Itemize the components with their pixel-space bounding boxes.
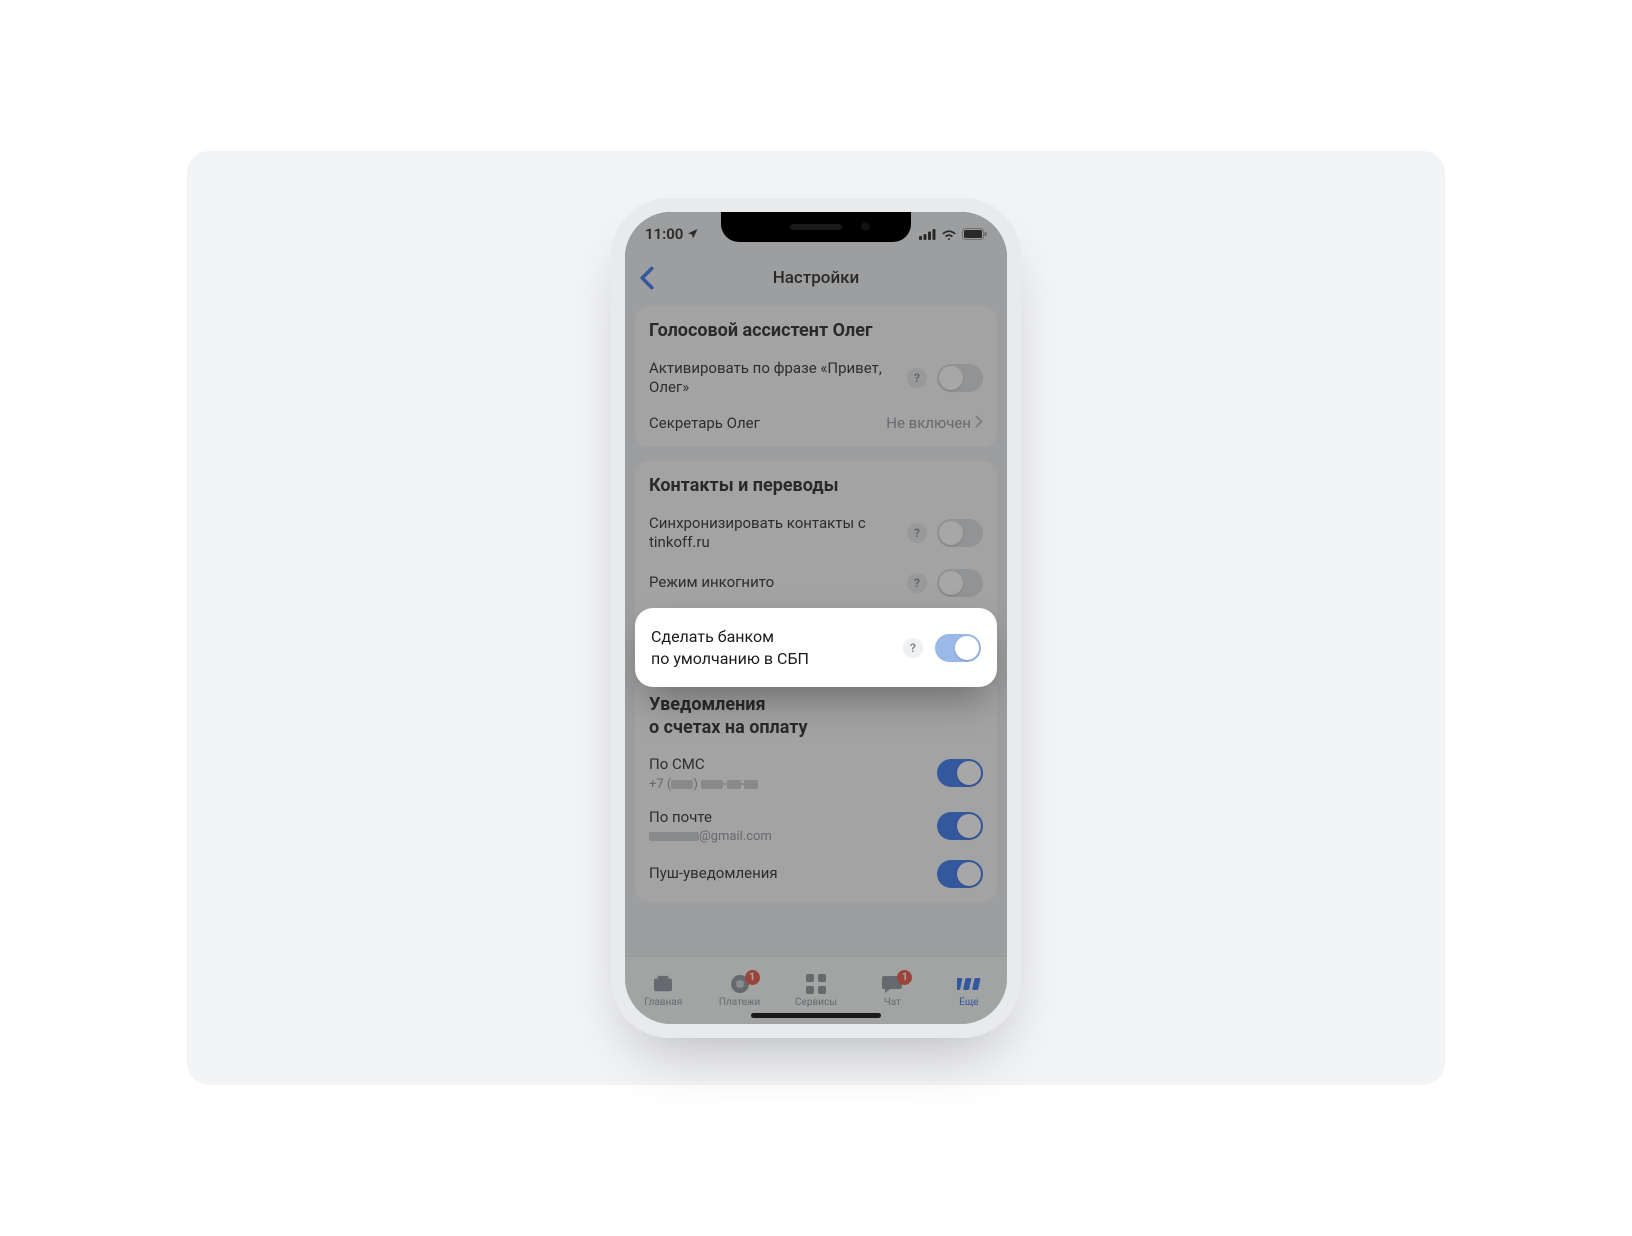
- section-notifications-title: Уведомления о счетах на оплату: [649, 694, 983, 739]
- chevron-right-icon: [975, 414, 983, 432]
- tab-more[interactable]: Еще: [931, 957, 1007, 1024]
- sms-sub: +7 () --: [649, 777, 758, 792]
- toggle-sbp-default[interactable]: [935, 634, 981, 662]
- back-button[interactable]: [633, 264, 661, 292]
- badge-payments: 1: [745, 970, 760, 985]
- signal-icon: [919, 229, 936, 240]
- email-label: По почте: [649, 808, 772, 828]
- location-icon: [687, 228, 699, 240]
- payments-icon: 1: [728, 974, 752, 994]
- tab-chat-label: Чат: [884, 997, 901, 1008]
- tab-home[interactable]: Главная: [625, 957, 701, 1024]
- help-icon[interactable]: ?: [907, 368, 927, 388]
- row-incognito: Режим инкогнито ?: [649, 561, 983, 605]
- section-oleg: Голосовой ассистент Олег Активировать по…: [635, 306, 997, 447]
- secretary-label: Секретарь Олег: [649, 414, 878, 434]
- nav-header: Настройки: [625, 256, 1007, 300]
- tab-payments-label: Платежи: [719, 997, 760, 1008]
- sync-contacts-label: Синхронизировать контакты с tinkoff.ru: [649, 514, 899, 553]
- row-secretary[interactable]: Секретарь Олег Не включен: [649, 406, 983, 442]
- section-notifications: Уведомления о счетах на оплату По СМС +7…: [635, 680, 997, 902]
- toggle-push[interactable]: [937, 860, 983, 888]
- row-activate-phrase: Активировать по фразе «Привет, Олег» ?: [649, 351, 983, 406]
- home-icon: [651, 974, 675, 994]
- toggle-sync-contacts[interactable]: [937, 519, 983, 547]
- chat-icon: 1: [880, 974, 904, 994]
- status-time: 11:00: [645, 225, 683, 243]
- services-icon: [804, 974, 828, 994]
- activate-phrase-label: Активировать по фразе «Привет, Олег»: [649, 359, 899, 398]
- tab-more-label: Еще: [959, 997, 978, 1008]
- toggle-activate-phrase[interactable]: [937, 364, 983, 392]
- sbp-label: Сделать банком по умолчанию в СБП: [651, 626, 809, 669]
- row-sync-contacts: Синхронизировать контакты с tinkoff.ru ?: [649, 506, 983, 561]
- section-oleg-title: Голосовой ассистент Олег: [649, 320, 983, 343]
- help-icon[interactable]: ?: [907, 573, 927, 593]
- highlight-sbp: Сделать банком по умолчанию в СБП ?: [635, 608, 997, 687]
- badge-chat: 1: [897, 970, 912, 985]
- row-sms: По СМС +7 () --: [649, 747, 983, 800]
- wifi-icon: [941, 229, 957, 240]
- section-contacts-title: Контакты и переводы: [649, 475, 983, 498]
- page-title: Настройки: [773, 268, 860, 288]
- row-push: Пуш-уведомления: [649, 852, 983, 896]
- toggle-incognito[interactable]: [937, 569, 983, 597]
- row-email: По почте @gmail.com: [649, 800, 983, 853]
- help-icon[interactable]: ?: [903, 638, 923, 658]
- tab-home-label: Главная: [644, 997, 682, 1008]
- tab-services-label: Сервисы: [795, 997, 837, 1008]
- toggle-email[interactable]: [937, 812, 983, 840]
- incognito-label: Режим инкогнито: [649, 573, 899, 593]
- secretary-value: Не включен: [886, 414, 983, 432]
- phone-frame: 11:00: [611, 198, 1021, 1038]
- sms-label: По СМС: [649, 755, 758, 775]
- email-sub: @gmail.com: [649, 829, 772, 844]
- push-label: Пуш-уведомления: [649, 864, 929, 884]
- help-icon[interactable]: ?: [907, 523, 927, 543]
- battery-icon: [962, 228, 987, 240]
- toggle-sms[interactable]: [937, 759, 983, 787]
- notch: [721, 212, 911, 242]
- home-indicator[interactable]: [751, 1013, 881, 1018]
- more-icon: [957, 974, 981, 994]
